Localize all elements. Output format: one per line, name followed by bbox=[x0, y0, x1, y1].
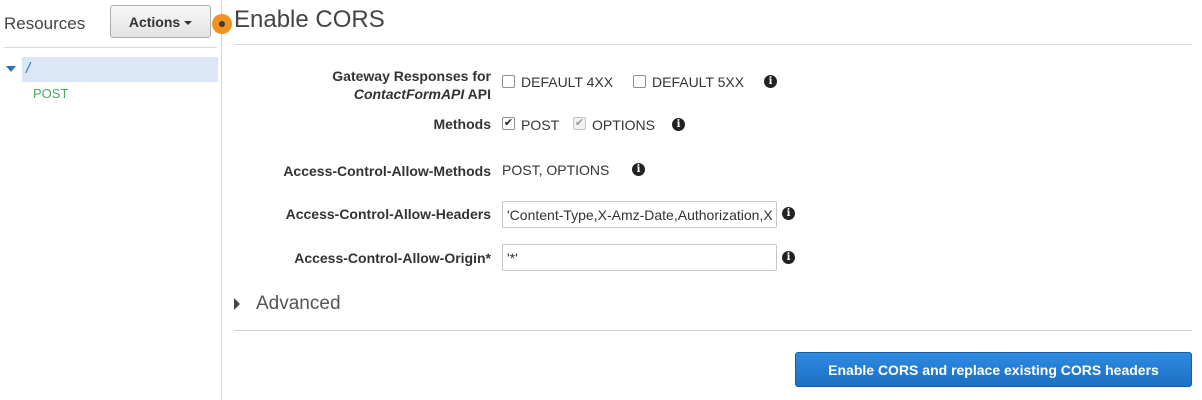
resource-root-path[interactable]: / bbox=[26, 60, 30, 77]
post-method-label: POST bbox=[521, 117, 560, 133]
options-method-checkbox: ✔ bbox=[573, 117, 586, 130]
divider bbox=[234, 44, 1192, 45]
info-icon[interactable]: i bbox=[764, 75, 777, 88]
page-title: Enable CORS bbox=[234, 6, 385, 33]
default-5xx-label: DEFAULT 5XX bbox=[652, 74, 745, 90]
allow-methods-label: Access-Control-Allow-Methods bbox=[283, 163, 491, 179]
api-name: ContactFormAPI bbox=[353, 86, 465, 102]
divider bbox=[4, 47, 217, 48]
default-4xx-label: DEFAULT 4XX bbox=[521, 74, 614, 90]
divider bbox=[234, 330, 1192, 331]
allow-origin-input[interactable] bbox=[502, 244, 777, 271]
checkmark-icon: ✔ bbox=[574, 117, 585, 129]
advanced-toggle[interactable]: Advanced bbox=[256, 293, 341, 315]
allow-headers-label: Access-Control-Allow-Headers bbox=[285, 206, 491, 222]
info-icon[interactable]: i bbox=[632, 163, 645, 176]
default-4xx-checkbox[interactable] bbox=[502, 75, 515, 88]
actions-dropdown-button[interactable]: Actions bbox=[110, 5, 211, 38]
allow-methods-value: POST, OPTIONS bbox=[502, 162, 610, 178]
actions-label: Actions bbox=[128, 13, 181, 30]
options-method-label: OPTIONS bbox=[592, 117, 656, 133]
info-icon[interactable]: i bbox=[782, 251, 795, 264]
checkmark-icon: ✔ bbox=[503, 117, 514, 129]
expand-caret-icon[interactable] bbox=[234, 298, 240, 310]
resource-method-post[interactable]: POST bbox=[33, 86, 68, 101]
info-icon[interactable]: i bbox=[782, 207, 795, 220]
panel-resize-handle[interactable] bbox=[212, 14, 232, 34]
enable-cors-button[interactable]: Enable CORS and replace existing CORS he… bbox=[795, 352, 1192, 387]
resource-tree-root-row[interactable] bbox=[22, 57, 218, 82]
resources-panel: Resources Actions / POST bbox=[0, 0, 222, 400]
allow-headers-input[interactable] bbox=[502, 201, 777, 228]
default-5xx-checkbox[interactable] bbox=[633, 75, 646, 88]
expand-caret-icon[interactable] bbox=[6, 66, 16, 72]
methods-label: Methods bbox=[433, 116, 491, 132]
gateway-responses-label: Gateway Responses for ContactFormAPI API bbox=[332, 68, 491, 102]
allow-origin-label: Access-Control-Allow-Origin* bbox=[294, 250, 491, 266]
post-method-checkbox[interactable]: ✔ bbox=[502, 117, 515, 130]
resources-title: Resources bbox=[4, 14, 86, 33]
info-icon[interactable]: i bbox=[672, 118, 685, 131]
caret-down-icon bbox=[184, 20, 193, 25]
